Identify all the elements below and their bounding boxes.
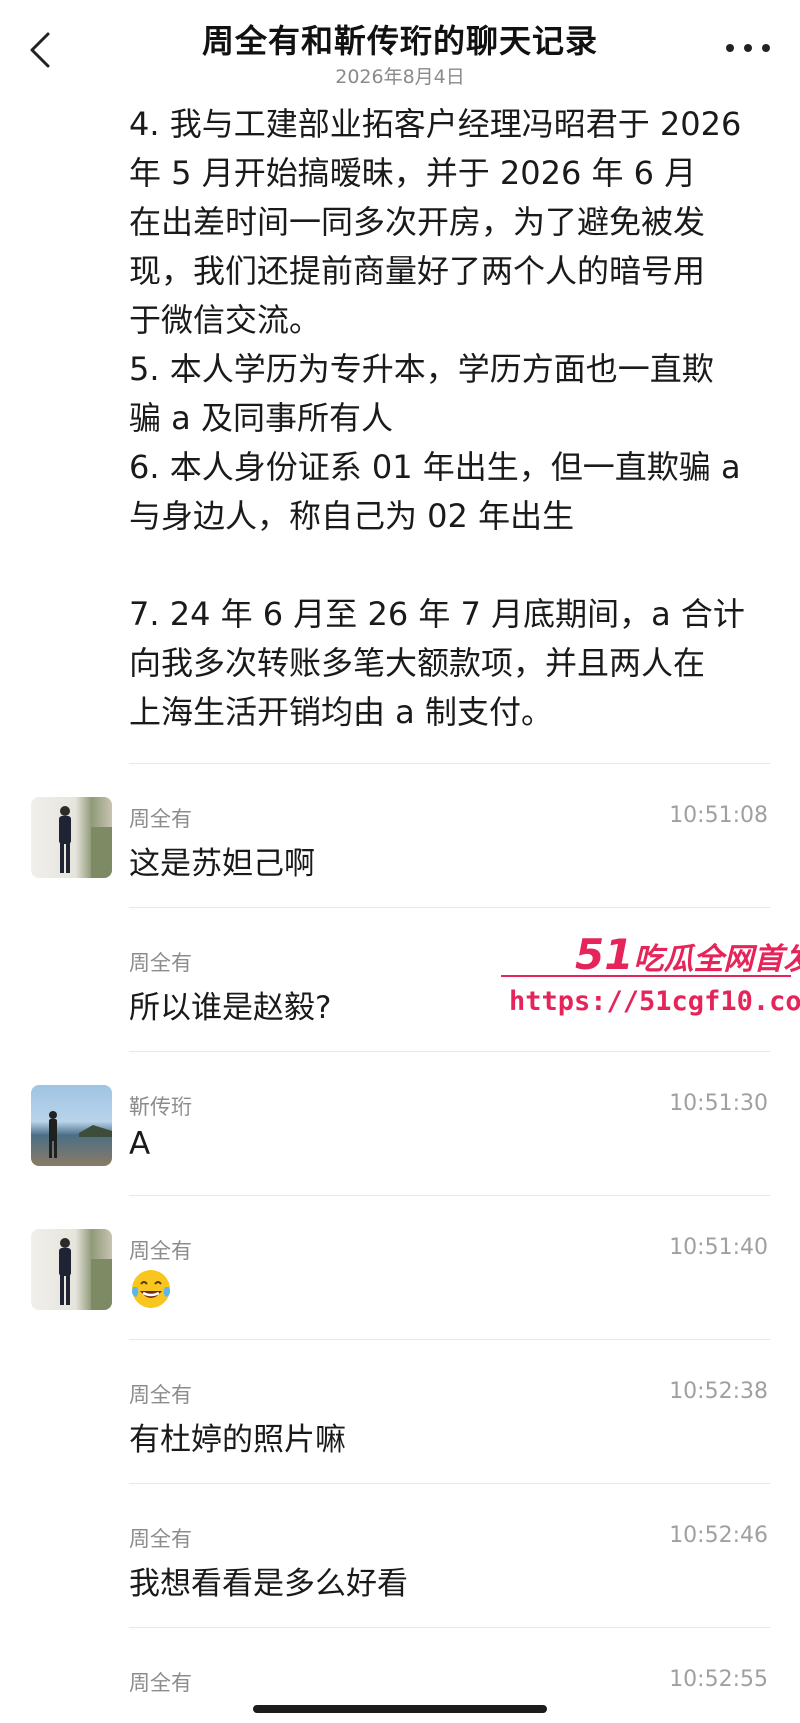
record-line: 骗 a 及同事所有人 bbox=[129, 399, 393, 437]
sender-name: 周全有 bbox=[129, 807, 192, 831]
record-line: 5. 本人学历为专升本，学历方面也一直欺 bbox=[129, 350, 714, 388]
watermark-brand-text: 吃瓜全网首发 bbox=[633, 942, 800, 977]
message-time: 10:52:38 bbox=[669, 1379, 768, 1404]
more-options-button[interactable] bbox=[726, 38, 770, 58]
chat-message[interactable]: 周全有 10:51:40 bbox=[0, 1195, 800, 1339]
record-line: 在出差时间一同多次开房，为了避免被发 bbox=[129, 203, 706, 241]
watermark-brand-number: 51 bbox=[575, 930, 634, 979]
record-line: 于微信交流。 bbox=[129, 301, 322, 339]
chat-message[interactable]: 靳传珩 10:51:30 A bbox=[0, 1051, 800, 1195]
watermark-url: https://51cgf10.com bbox=[509, 986, 800, 1017]
more-dot-icon bbox=[744, 44, 752, 52]
message-time: 10:51:08 bbox=[669, 803, 768, 828]
more-dot-icon bbox=[762, 44, 770, 52]
message-text: 这是苏妲己啊 bbox=[129, 846, 315, 882]
watermark: 51吃瓜全网首发 https://51cgf10.com bbox=[495, 930, 800, 1030]
message-text: A bbox=[129, 1126, 151, 1162]
message-time: 10:52:55 bbox=[669, 1667, 768, 1692]
sender-name: 靳传珩 bbox=[129, 1095, 192, 1119]
record-line: 6. 本人身份证系 01 年出生，但一直欺骗 a bbox=[129, 448, 741, 486]
sender-name: 周全有 bbox=[129, 1527, 192, 1551]
record-blank-line bbox=[129, 541, 769, 590]
home-indicator[interactable] bbox=[253, 1705, 547, 1713]
laughing-tears-emoji-icon bbox=[132, 1270, 170, 1308]
record-line: 年 5 月开始搞暧昧，并于 2026 年 6 月 bbox=[129, 154, 697, 192]
avatar[interactable] bbox=[31, 1229, 112, 1310]
avatar[interactable] bbox=[31, 797, 112, 878]
message-text: 我想看看是多么好看 bbox=[129, 1566, 408, 1602]
record-line: 上海生活开销均由 a 制支付。 bbox=[129, 693, 553, 731]
person-photo-icon bbox=[59, 806, 112, 878]
person-photo-icon bbox=[49, 1111, 112, 1158]
message-time: 10:51:40 bbox=[669, 1235, 768, 1260]
message-time: 10:51:30 bbox=[669, 1091, 768, 1116]
watermark-underline bbox=[501, 975, 791, 977]
message-time: 10:52:46 bbox=[669, 1523, 768, 1548]
chat-date: 2026年8月4日 bbox=[335, 66, 465, 88]
chat-message[interactable]: 周全有 10:52:46 我想看看是多么好看 bbox=[0, 1483, 800, 1627]
watermark-brand: 51吃瓜全网首发 bbox=[575, 930, 800, 979]
forwarded-record-text: 4. 我与工建部业拓客户经理冯昭君于 2026 年 5 月开始搞暧昧，并于 20… bbox=[129, 100, 769, 737]
sender-name: 周全有 bbox=[129, 1239, 192, 1263]
chat-message[interactable]: 周全有 10:52:38 有杜婷的照片嘛 bbox=[0, 1339, 800, 1483]
message-text: 有杜婷的照片嘛 bbox=[129, 1422, 346, 1458]
sender-name: 周全有 bbox=[129, 1383, 192, 1407]
more-dot-icon bbox=[726, 44, 734, 52]
sender-name: 周全有 bbox=[129, 951, 192, 975]
record-line: 与身边人，称自己为 02 年出生 bbox=[129, 497, 575, 535]
record-line: 现，我们还提前商量好了两个人的暗号用 bbox=[129, 252, 706, 290]
chat-header: 周全有和靳传珩的聊天记录 2026年8月4日 bbox=[0, 0, 800, 95]
record-line: 4. 我与工建部业拓客户经理冯昭君于 2026 bbox=[129, 105, 742, 143]
person-photo-icon bbox=[59, 1238, 112, 1310]
message-text: 所以谁是赵毅? bbox=[129, 990, 332, 1026]
record-line: 7. 24 年 6 月至 26 年 7 月底期间，a 合计 bbox=[129, 595, 745, 633]
sender-name: 周全有 bbox=[129, 1671, 192, 1695]
page-title: 周全有和靳传珩的聊天记录 bbox=[201, 22, 598, 60]
chat-message[interactable]: 周全有 10:51:08 这是苏妲己啊 bbox=[0, 763, 800, 907]
avatar[interactable] bbox=[31, 1085, 112, 1166]
record-line: 向我多次转账多笔大额款项，并且两人在 bbox=[129, 644, 706, 682]
